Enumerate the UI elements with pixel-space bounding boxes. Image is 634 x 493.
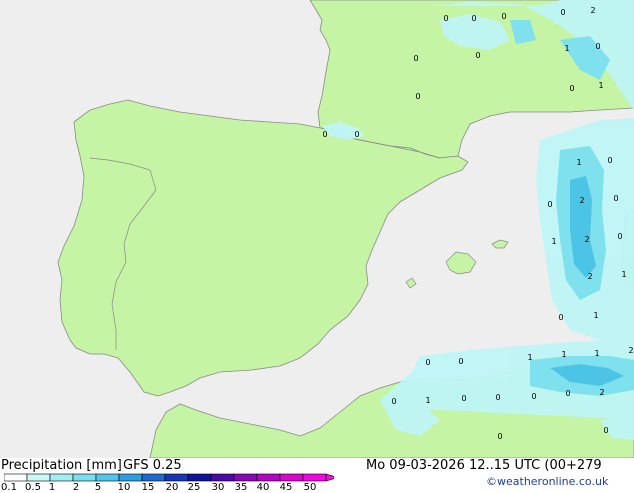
precip-value-label: 0 xyxy=(391,397,396,406)
color-scale-tick: 0.1 xyxy=(1,482,17,493)
precip-value-label: 0 xyxy=(322,130,327,139)
precip-value-label: 0 xyxy=(607,156,612,165)
color-scale-tick: 25 xyxy=(187,482,201,493)
precip-value-label: 0 xyxy=(497,432,502,441)
precip-value-label: 2 xyxy=(628,346,633,355)
precip-value-label: 2 xyxy=(590,6,595,15)
color-scale-swatch xyxy=(72,473,97,482)
precip-value-label: 0 xyxy=(425,358,430,367)
precip-value-label: 1 xyxy=(593,311,598,320)
precipitation-map: 0 0 0 0 2 1 0 0 0 0 1 0 0 0 1 0 0 2 0 1 2 0 2 1 0 1 0 0 1 1 1 2 0 1 0 0 0 0 2 0… xyxy=(0,0,634,458)
precip-value-label: 2 xyxy=(599,388,604,397)
color-scale-tick: 20 xyxy=(165,482,179,493)
color-scale-swatch xyxy=(4,473,28,482)
precip-value-label: 2 xyxy=(587,272,592,281)
precip-value-label: 0 xyxy=(560,8,565,17)
color-scale-swatch xyxy=(49,473,74,482)
precip-value-label: 0 xyxy=(595,42,600,51)
color-scale-tick: 35 xyxy=(234,482,248,493)
color-scale-swatch xyxy=(279,473,304,482)
precip-value-label: 0 xyxy=(547,200,552,209)
color-scale-swatch xyxy=(302,473,327,482)
color-scale-tick: 2 xyxy=(72,482,80,493)
color-scale-tick: 30 xyxy=(211,482,225,493)
precip-value-label: 0 xyxy=(501,12,506,21)
precip-value-label: 0 xyxy=(531,392,536,401)
credit-link[interactable]: ©weatheronline.co.uk xyxy=(486,475,608,488)
precip-value-label: 0 xyxy=(415,92,420,101)
precip-value-label: 0 xyxy=(569,84,574,93)
precip-value-label: 2 xyxy=(579,196,584,205)
precip-value-label: 0 xyxy=(458,357,463,366)
precip-value-label: 0 xyxy=(461,394,466,403)
color-scale-tick: 40 xyxy=(256,482,270,493)
precip-value-label: 0 xyxy=(413,54,418,63)
color-scale-tick: 0.5 xyxy=(25,482,41,493)
precip-value-label: 1 xyxy=(561,350,566,359)
precip-value-label: 1 xyxy=(598,81,603,90)
color-scale-tick: 15 xyxy=(141,482,155,493)
precip-value-label: 1 xyxy=(551,237,556,246)
precip-value-label: 0 xyxy=(443,14,448,23)
legend-title: Precipitation [mm] xyxy=(1,458,122,473)
precip-value-label: 0 xyxy=(603,426,608,435)
precip-value-label: 1 xyxy=(425,396,430,405)
precip-value-label: 1 xyxy=(621,270,626,279)
color-scale-tick: 45 xyxy=(279,482,293,493)
precip-value-label: 1 xyxy=(527,353,532,362)
color-scale-swatch xyxy=(95,473,120,482)
color-scale-tick: 1 xyxy=(48,482,56,493)
precip-value-label: 2 xyxy=(584,235,589,244)
color-scale-ticks: 0.1 0.5 1 2 5 10 15 20 25 30 35 40 45 50 xyxy=(0,482,340,493)
color-scale-swatch xyxy=(256,473,281,482)
color-scale-swatch xyxy=(210,473,235,482)
color-scale-arrow xyxy=(325,473,334,482)
color-scale-swatch xyxy=(26,473,51,482)
model-name: GFS 0.25 xyxy=(123,458,182,473)
color-scale-tick: 10 xyxy=(117,482,131,493)
color-scale-tick: 50 xyxy=(303,482,317,493)
valid-time: Mo 09-03-2026 12..15 UTC (00+279 xyxy=(366,458,602,473)
precip-value-label: 1 xyxy=(564,44,569,53)
precip-value-label: 0 xyxy=(495,393,500,402)
precip-value-label: 0 xyxy=(613,194,618,203)
precip-value-label: 0 xyxy=(354,130,359,139)
precip-value-label: 1 xyxy=(576,158,581,167)
precip-value-label: 0 xyxy=(558,313,563,322)
precip-value-label: 0 xyxy=(471,14,476,23)
legend-bar: Precipitation [mm] GFS 0.25 Mo 09-03-202… xyxy=(0,458,634,493)
precip-value-label: 0 xyxy=(475,51,480,60)
color-scale-swatch xyxy=(187,473,212,482)
color-scale-swatch xyxy=(118,473,143,482)
color-scale-swatch xyxy=(233,473,258,482)
color-scale-swatch xyxy=(141,473,166,482)
precip-value-label: 0 xyxy=(617,232,622,241)
color-scale-tick: 5 xyxy=(94,482,102,493)
precip-value-label: 0 xyxy=(565,389,570,398)
precip-value-label: 1 xyxy=(594,349,599,358)
color-scale-swatch xyxy=(164,473,189,482)
